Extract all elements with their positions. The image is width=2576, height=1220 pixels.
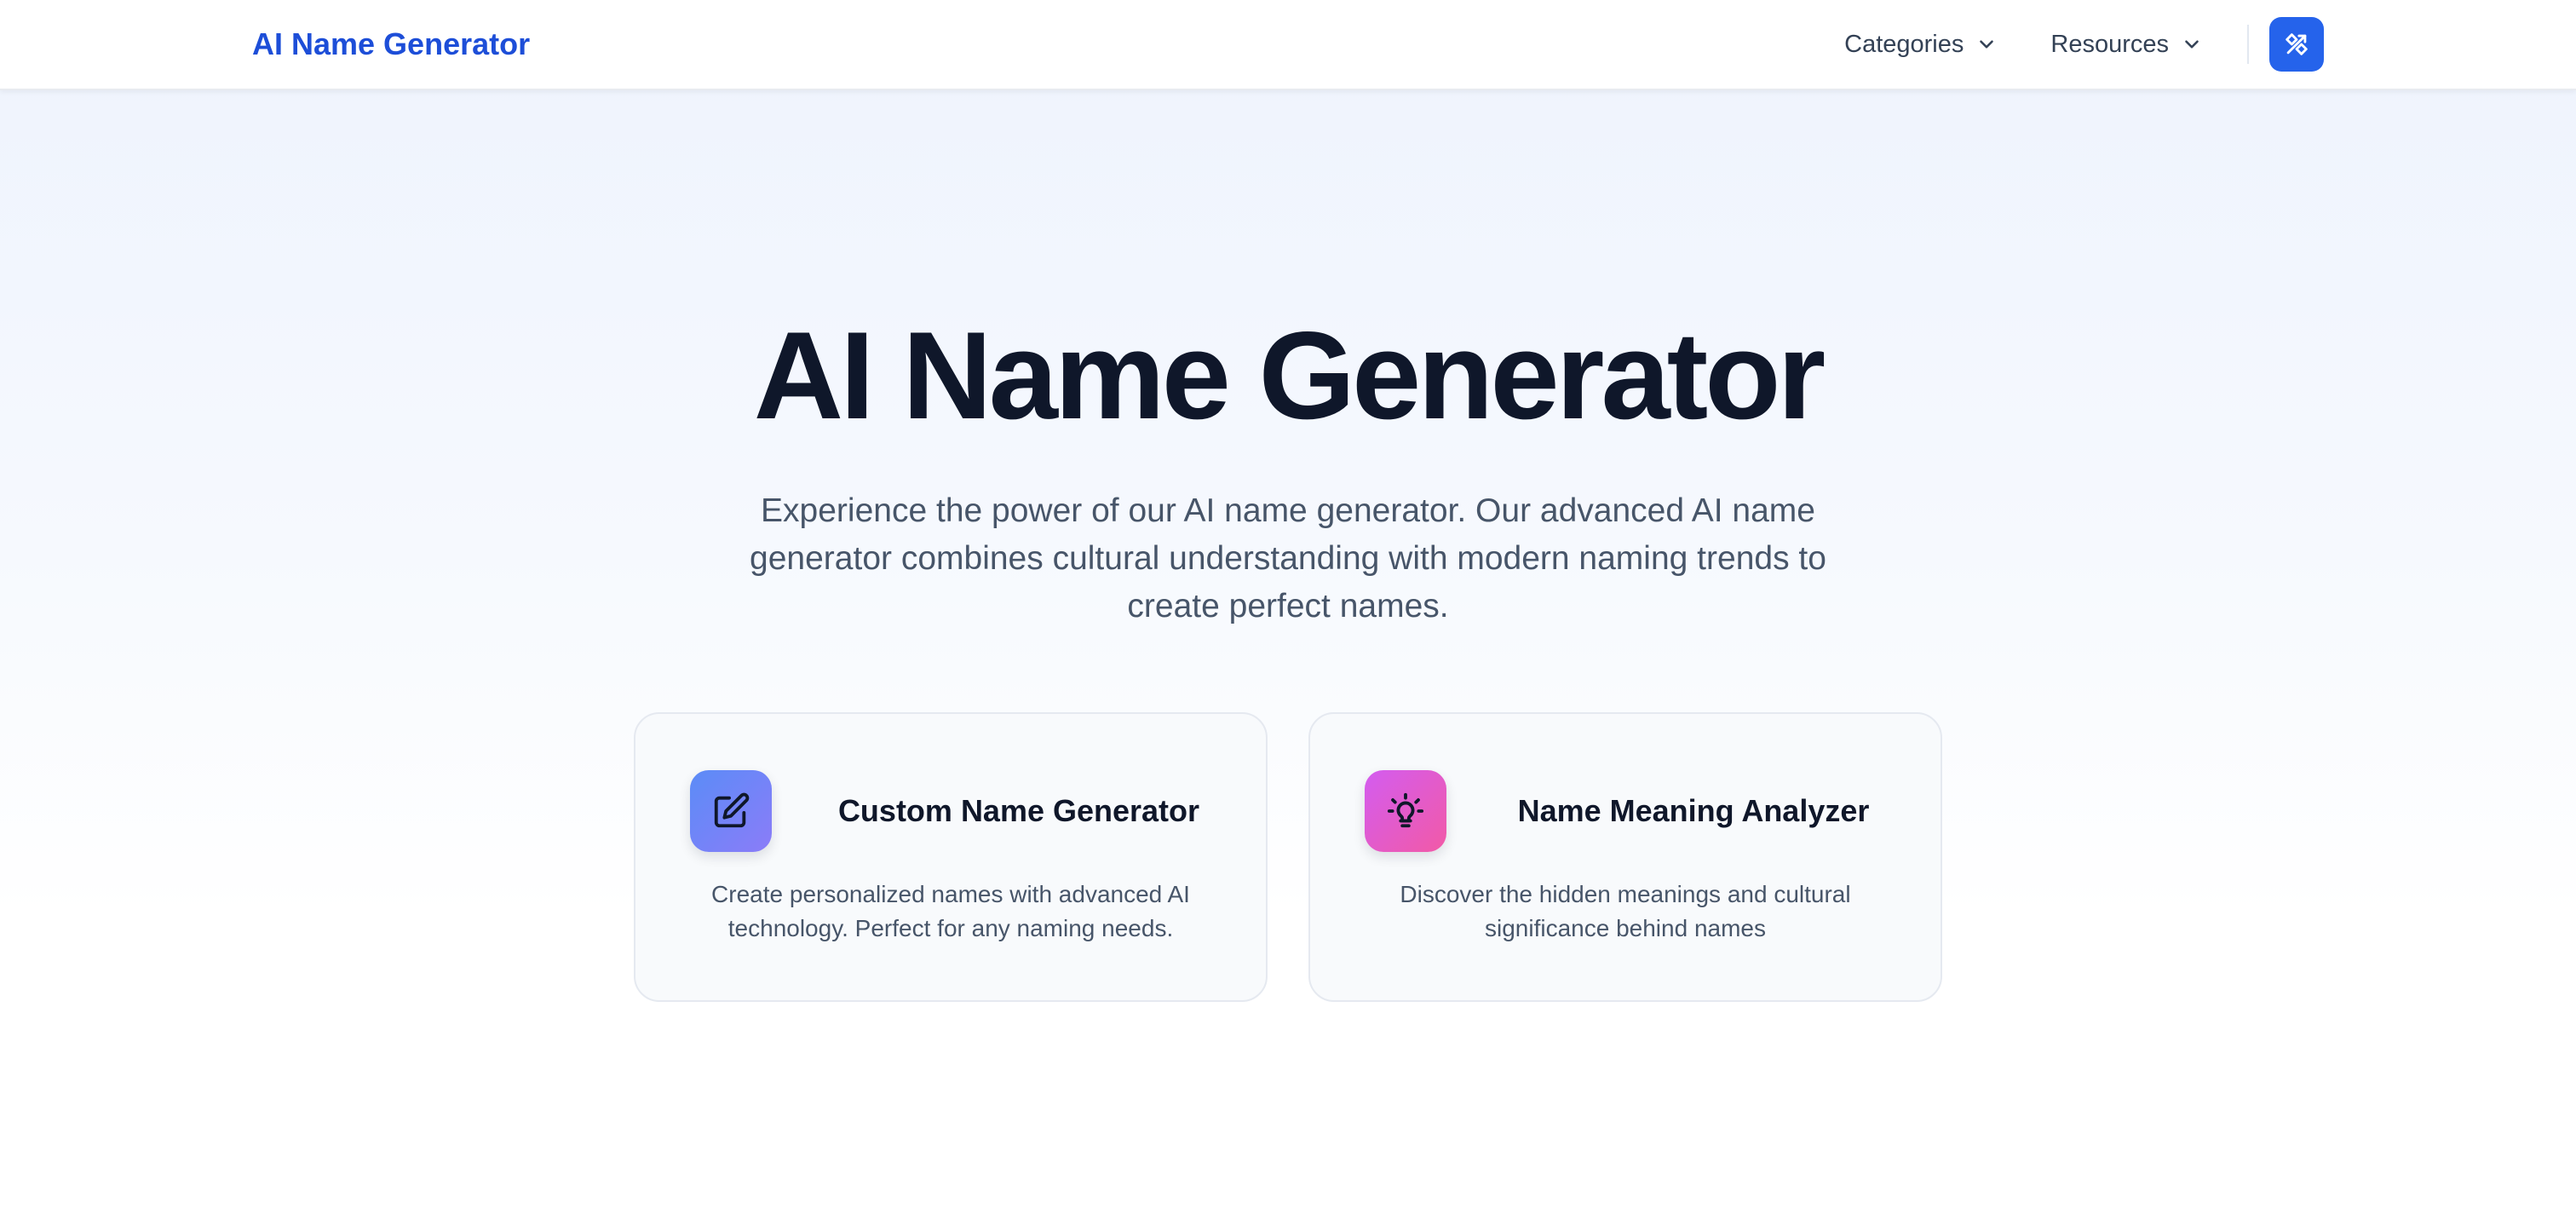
page: AI Name Generator Categories Resources A…: [0, 0, 2576, 1220]
nav-resources-dropdown[interactable]: Resources: [2050, 31, 2203, 59]
top-navbar: AI Name Generator Categories Resources: [0, 0, 2576, 90]
hero-subtitle: Experience the power of our AI name gene…: [750, 492, 1826, 624]
nav-resources-label: Resources: [2050, 30, 2169, 58]
nav-menu: Categories Resources: [1844, 15, 2324, 73]
card-title: Name Meaning Analyzer: [1517, 793, 1870, 828]
nav-categories-dropdown[interactable]: Categories: [1844, 31, 1998, 59]
hero-title: AI Name Generator: [753, 306, 1826, 445]
card-description: Discover the hidden meanings and cultura…: [1400, 881, 1851, 941]
chevron-down-icon: [1980, 40, 1994, 49]
tools-button[interactable]: [2269, 17, 2324, 72]
card-icon-badge: [1365, 770, 1446, 852]
card-icon-badge: [690, 770, 772, 852]
card-description: Create personalized names with advanced …: [711, 881, 1190, 941]
custom-name-generator-card[interactable]: Custom Name Generator Create personalize…: [634, 712, 1268, 1002]
lightbulb-icon: [1387, 792, 1424, 828]
name-meaning-analyzer-card[interactable]: Name Meaning Analyzer Discover the hidde…: [1308, 712, 1942, 1002]
tools-icon: [2286, 33, 2308, 55]
nav-divider: [2247, 25, 2249, 64]
card-title: Custom Name Generator: [837, 793, 1200, 828]
chevron-down-icon: [2185, 40, 2199, 49]
edit-icon: [714, 792, 750, 828]
nav-categories-label: Categories: [1844, 30, 1964, 58]
brand-logo-link[interactable]: AI Name Generator: [252, 24, 530, 65]
